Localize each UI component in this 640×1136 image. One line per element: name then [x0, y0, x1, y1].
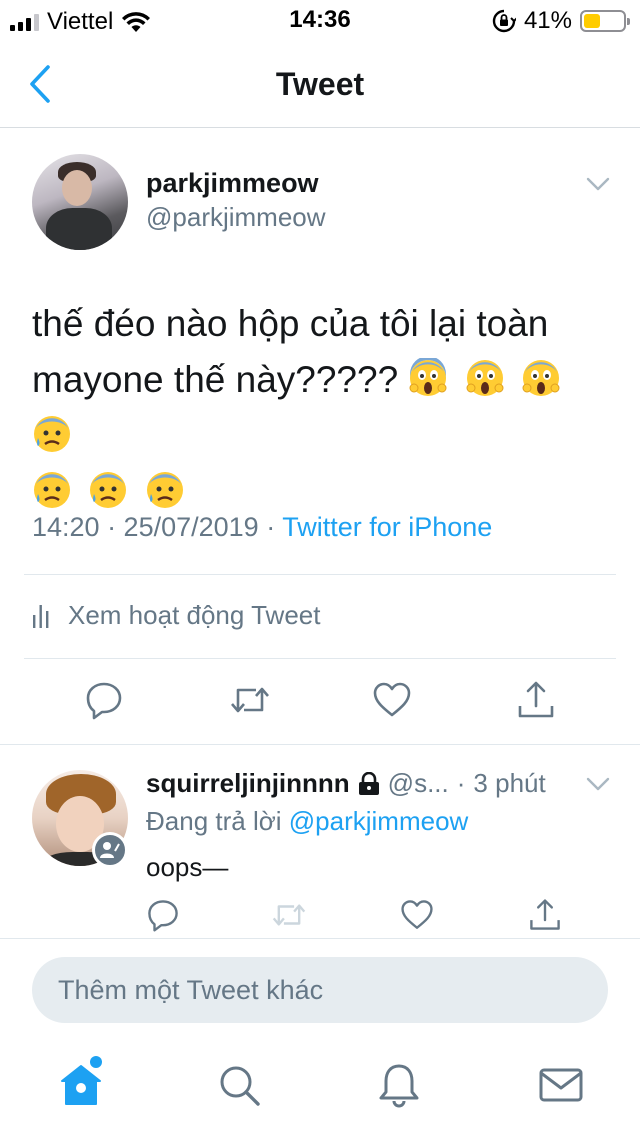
anxious-face-with-sweat-icon [34, 416, 70, 452]
replying-to-mention[interactable]: @parkjimmeow [289, 806, 469, 836]
status-bar: Viettel 14:36 41% [0, 0, 640, 40]
tweet-activity-link[interactable]: Xem hoạt động Tweet [32, 600, 320, 631]
author-avatar[interactable] [32, 154, 128, 250]
replying-to-line: Đang trả lời @parkjimmeow [146, 806, 468, 837]
divider [24, 574, 616, 575]
chevron-down-icon[interactable] [586, 776, 610, 792]
author-display-name[interactable]: parkjimmeow [146, 168, 319, 199]
reply-indicator-badge [92, 832, 128, 868]
divider [0, 744, 640, 745]
anxious-face-with-sweat-icon [146, 472, 183, 508]
battery-percent: 41% [523, 7, 572, 34]
home-notification-dot [90, 1056, 102, 1068]
reply-header: squirreljinjinnnn @s... · 3 phút [146, 768, 546, 799]
tweet-source-link[interactable]: Twitter for iPhone [282, 512, 492, 542]
reply-time: 3 phút [473, 768, 546, 798]
tab-bar [0, 1042, 640, 1136]
reply-icon[interactable] [84, 680, 124, 720]
author-handle[interactable]: @parkjimmeow [146, 202, 326, 233]
like-heart-icon[interactable] [400, 898, 434, 932]
reply-actions [0, 898, 640, 934]
tweet-actions [0, 680, 640, 724]
anxious-face-with-sweat-icon [90, 472, 127, 508]
reply-text: oops— [146, 852, 229, 882]
tweet-timestamp: 14:20 · 25/07/2019 · [32, 512, 283, 542]
like-heart-icon[interactable] [372, 680, 412, 720]
battery-icon [580, 10, 630, 32]
tweet-meta: 14:20 · 25/07/2019 · Twitter for iPhone [32, 512, 492, 543]
compose-placeholder: Thêm một Tweet khác [58, 974, 324, 1005]
face-screaming-in-fear-icon [409, 358, 447, 396]
page-title: Tweet [275, 66, 365, 102]
navigation-bar: Tweet [0, 40, 640, 128]
status-right: 41% [492, 7, 630, 35]
rotation-lock-icon [492, 9, 516, 33]
replying-to-prefix: Đang trả lời [146, 806, 289, 836]
face-screaming-in-fear-icon [466, 360, 504, 396]
share-icon[interactable] [528, 898, 562, 932]
anxious-face-with-sweat-icon [34, 472, 70, 508]
battery-fill [584, 14, 600, 28]
chevron-down-icon[interactable] [586, 176, 610, 192]
reply-handle[interactable]: @s... [388, 768, 449, 799]
home-icon[interactable] [58, 1062, 104, 1108]
face-screaming-in-fear-icon [522, 360, 560, 396]
bar-chart-icon [33, 604, 49, 628]
tweet-activity-label: Xem hoạt động Tweet [68, 600, 321, 630]
protected-lock-icon [358, 771, 379, 795]
search-icon[interactable] [216, 1062, 262, 1108]
compose-area: Thêm một Tweet khác [0, 938, 640, 1042]
tweet-text: thế đéo nào hộp của tôi lại toàn mayone … [32, 296, 612, 520]
divider [24, 658, 616, 659]
messages-envelope-icon[interactable] [538, 1062, 584, 1108]
retweet-disabled-icon [272, 904, 306, 926]
reply-display-name[interactable]: squirreljinjinnnn [146, 768, 350, 799]
user-reply-icon [100, 842, 120, 858]
reply-icon[interactable] [146, 898, 180, 932]
compose-reply-input[interactable]: Thêm một Tweet khác [32, 957, 608, 1023]
separator-dot: · [456, 768, 466, 798]
notifications-bell-icon[interactable] [376, 1062, 422, 1108]
share-icon[interactable] [516, 680, 556, 720]
retweet-icon[interactable] [230, 680, 270, 720]
